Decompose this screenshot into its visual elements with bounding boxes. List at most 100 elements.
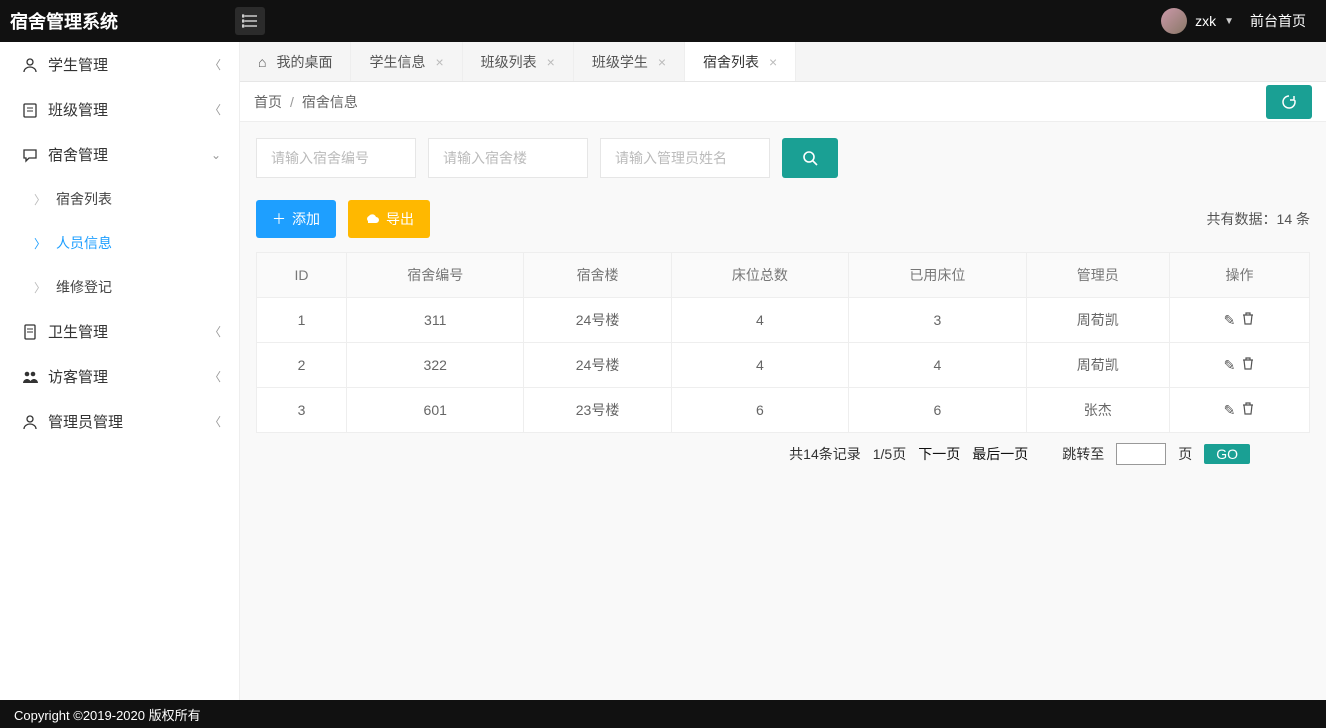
tab-label: 宿舍列表 xyxy=(703,52,759,72)
export-label: 导出 xyxy=(386,209,414,229)
sidebar-item-label: 管理员管理 xyxy=(48,411,209,432)
clipboard-icon xyxy=(18,101,42,119)
th-used: 已用床位 xyxy=(849,253,1026,298)
cell-id: 1 xyxy=(257,298,347,343)
breadcrumb-home[interactable]: 首页 xyxy=(254,92,282,112)
building-input[interactable] xyxy=(428,138,588,178)
search-button[interactable] xyxy=(782,138,838,178)
tab-label: 班级列表 xyxy=(481,52,537,72)
th-id: ID xyxy=(257,253,347,298)
cell-manager: 张杰 xyxy=(1026,388,1169,433)
data-table: ID 宿舍编号 宿舍楼 床位总数 已用床位 管理员 操作 131124号楼43周… xyxy=(256,252,1310,433)
close-icon[interactable]: × xyxy=(769,54,777,70)
tabs: ⌂ 我的桌面 学生信息 × 班级列表 × 班级学生 × 宿舍列表 × xyxy=(240,42,1326,82)
delete-icon[interactable] xyxy=(1241,401,1255,415)
app-title: 宿舍管理系统 xyxy=(10,8,235,34)
chevron-left-icon: 〈 xyxy=(209,413,221,430)
sidebar-item-student[interactable]: 学生管理 〈 xyxy=(0,42,239,87)
main: ⌂ 我的桌面 学生信息 × 班级列表 × 班级学生 × 宿舍列表 × 首页 / xyxy=(240,42,1326,702)
th-ops: 操作 xyxy=(1170,253,1310,298)
footer: Copyright ©2019-2020 版权所有 xyxy=(0,700,1326,728)
sidebar-item-class[interactable]: 班级管理 〈 xyxy=(0,87,239,132)
chat-icon xyxy=(18,146,42,164)
close-icon[interactable]: × xyxy=(435,54,443,70)
cell-code: 601 xyxy=(347,388,524,433)
home-icon: ⌂ xyxy=(258,54,266,70)
topbar: 宿舍管理系统 zxk ▼ 前台首页 xyxy=(0,0,1326,42)
cell-total: 4 xyxy=(671,298,848,343)
edit-icon[interactable]: ✎ xyxy=(1224,312,1236,329)
sidebar-sub-label: 维修登记 xyxy=(56,277,112,297)
cell-code: 311 xyxy=(347,298,524,343)
table-row: 131124号楼43周荀凯✎ xyxy=(257,298,1310,343)
search-icon xyxy=(802,150,818,166)
delete-icon[interactable] xyxy=(1241,311,1255,325)
delete-icon[interactable] xyxy=(1241,356,1255,370)
cell-used: 6 xyxy=(849,388,1026,433)
user-icon xyxy=(18,56,42,74)
pager-jump-prefix: 跳转至 xyxy=(1062,444,1104,464)
pager-next[interactable]: 下一页 xyxy=(918,444,960,464)
pager-jump-input[interactable] xyxy=(1116,443,1166,465)
manager-input[interactable] xyxy=(600,138,770,178)
content: ＋ 添加 导出 共有数据：14 条 ID 宿舍编号 宿舍楼 床 xyxy=(240,122,1326,481)
breadcrumb-sep: / xyxy=(282,94,302,110)
tab-dorm-list[interactable]: 宿舍列表 × xyxy=(685,42,796,81)
people-icon xyxy=(18,368,42,386)
chevron-down-icon: ⌄ xyxy=(211,148,221,162)
pager-last[interactable]: 最后一页 xyxy=(972,444,1028,464)
tab-class-student[interactable]: 班级学生 × xyxy=(574,42,685,81)
chevron-left-icon: 〈 xyxy=(209,323,221,340)
cell-total: 6 xyxy=(671,388,848,433)
edit-icon[interactable]: ✎ xyxy=(1224,402,1236,419)
sidebar-sub-personnel[interactable]: 〉 人员信息 xyxy=(0,221,239,265)
sidebar-sub-dormlist[interactable]: 〉 宿舍列表 xyxy=(0,177,239,221)
th-code: 宿舍编号 xyxy=(347,253,524,298)
export-button[interactable]: 导出 xyxy=(348,200,430,238)
close-icon[interactable]: × xyxy=(658,54,666,70)
user-icon xyxy=(18,413,42,431)
cell-ops: ✎ xyxy=(1170,298,1310,343)
dorm-code-input[interactable] xyxy=(256,138,416,178)
sidebar: 学生管理 〈 班级管理 〈 宿舍管理 ⌄ 〉 宿舍列表 〉 人员信息 〉 维修登… xyxy=(0,42,240,702)
sidebar-item-label: 学生管理 xyxy=(48,54,209,75)
sidebar-item-admin[interactable]: 管理员管理 〈 xyxy=(0,399,239,444)
tab-label: 班级学生 xyxy=(592,52,648,72)
cell-ops: ✎ xyxy=(1170,388,1310,433)
edit-icon[interactable]: ✎ xyxy=(1224,357,1236,374)
chevron-left-icon: 〈 xyxy=(209,56,221,73)
pager-pageinfo: 1/5页 xyxy=(873,444,906,464)
doc-icon xyxy=(18,323,42,341)
front-home-link[interactable]: 前台首页 xyxy=(1250,11,1306,31)
menu-toggle-button[interactable] xyxy=(235,7,265,35)
user-menu[interactable]: zxk ▼ xyxy=(1161,8,1234,34)
tab-label: 我的桌面 xyxy=(276,52,332,72)
sidebar-item-label: 宿舍管理 xyxy=(48,144,211,165)
list-icon xyxy=(242,14,258,28)
chevron-right-icon: 〉 xyxy=(34,279,46,296)
record-count: 共有数据：14 条 xyxy=(1207,209,1310,229)
cell-building: 23号楼 xyxy=(524,388,671,433)
close-icon[interactable]: × xyxy=(547,54,555,70)
cell-manager: 周荀凯 xyxy=(1026,298,1169,343)
sidebar-sub-label: 人员信息 xyxy=(56,233,112,253)
sidebar-sub-label: 宿舍列表 xyxy=(56,189,112,209)
refresh-button[interactable] xyxy=(1266,85,1312,119)
tab-student-info[interactable]: 学生信息 × xyxy=(351,42,462,81)
tab-class-list[interactable]: 班级列表 × xyxy=(463,42,574,81)
plus-icon: ＋ xyxy=(272,209,286,229)
sidebar-sub-repair[interactable]: 〉 维修登记 xyxy=(0,265,239,309)
sidebar-item-visitor[interactable]: 访客管理 〈 xyxy=(0,354,239,399)
cell-used: 3 xyxy=(849,298,1026,343)
tab-desktop[interactable]: ⌂ 我的桌面 xyxy=(240,42,351,81)
th-total: 床位总数 xyxy=(671,253,848,298)
chevron-left-icon: 〈 xyxy=(209,101,221,118)
pager-go-button[interactable]: GO xyxy=(1204,444,1250,464)
toolbar: ＋ 添加 导出 共有数据：14 条 xyxy=(256,200,1310,238)
sidebar-item-hygiene[interactable]: 卫生管理 〈 xyxy=(0,309,239,354)
cell-used: 4 xyxy=(849,343,1026,388)
add-button[interactable]: ＋ 添加 xyxy=(256,200,336,238)
sidebar-item-dorm[interactable]: 宿舍管理 ⌄ xyxy=(0,132,239,177)
sidebar-item-label: 班级管理 xyxy=(48,99,209,120)
tab-label: 学生信息 xyxy=(369,52,425,72)
